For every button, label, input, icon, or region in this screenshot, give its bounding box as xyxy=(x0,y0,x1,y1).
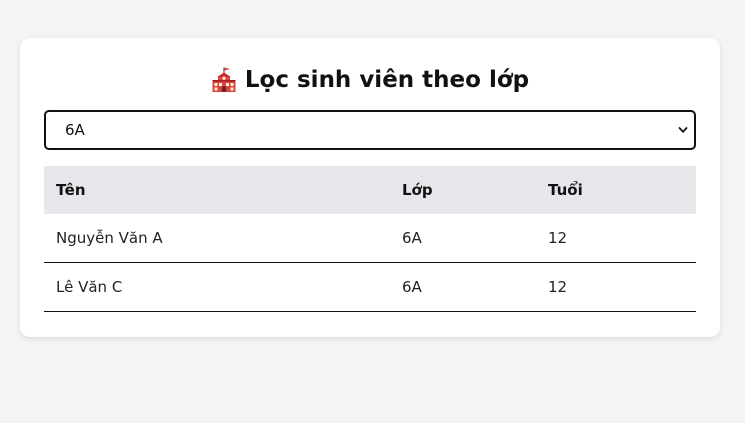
school-building-icon xyxy=(211,67,237,93)
table-row: Nguyễn Văn A 6A 12 xyxy=(44,214,696,263)
column-header-name: Tên xyxy=(56,181,86,199)
column-header-class: Lớp xyxy=(402,181,433,199)
student-age-cell: 12 xyxy=(536,262,696,312)
student-name-cell: Nguyễn Văn A xyxy=(44,214,390,263)
column-header-age: Tuổi xyxy=(548,181,583,199)
student-class-cell: 6A xyxy=(390,262,536,312)
student-name-cell: Lê Văn C xyxy=(44,262,390,312)
filter-card: Lọc sinh viên theo lớp 6A Tên Lớp Tuổi N… xyxy=(20,38,720,337)
page-title-text: Lọc sinh viên theo lớp xyxy=(244,67,530,93)
class-filter-value: 6A xyxy=(65,121,85,139)
student-class-cell: 6A xyxy=(390,214,536,263)
table-row: Lê Văn C 6A 12 xyxy=(44,262,696,312)
student-table: Tên Lớp Tuổi Nguyễn Văn A 6A 12 Lê Văn C… xyxy=(44,166,696,312)
student-age-cell: 12 xyxy=(536,214,696,263)
chevron-down-icon[interactable] xyxy=(678,125,688,135)
page-title: Lọc sinh viên theo lớp xyxy=(44,62,696,98)
table-header-row: Tên Lớp Tuổi xyxy=(44,166,696,214)
class-filter-select[interactable]: 6A xyxy=(44,110,696,150)
